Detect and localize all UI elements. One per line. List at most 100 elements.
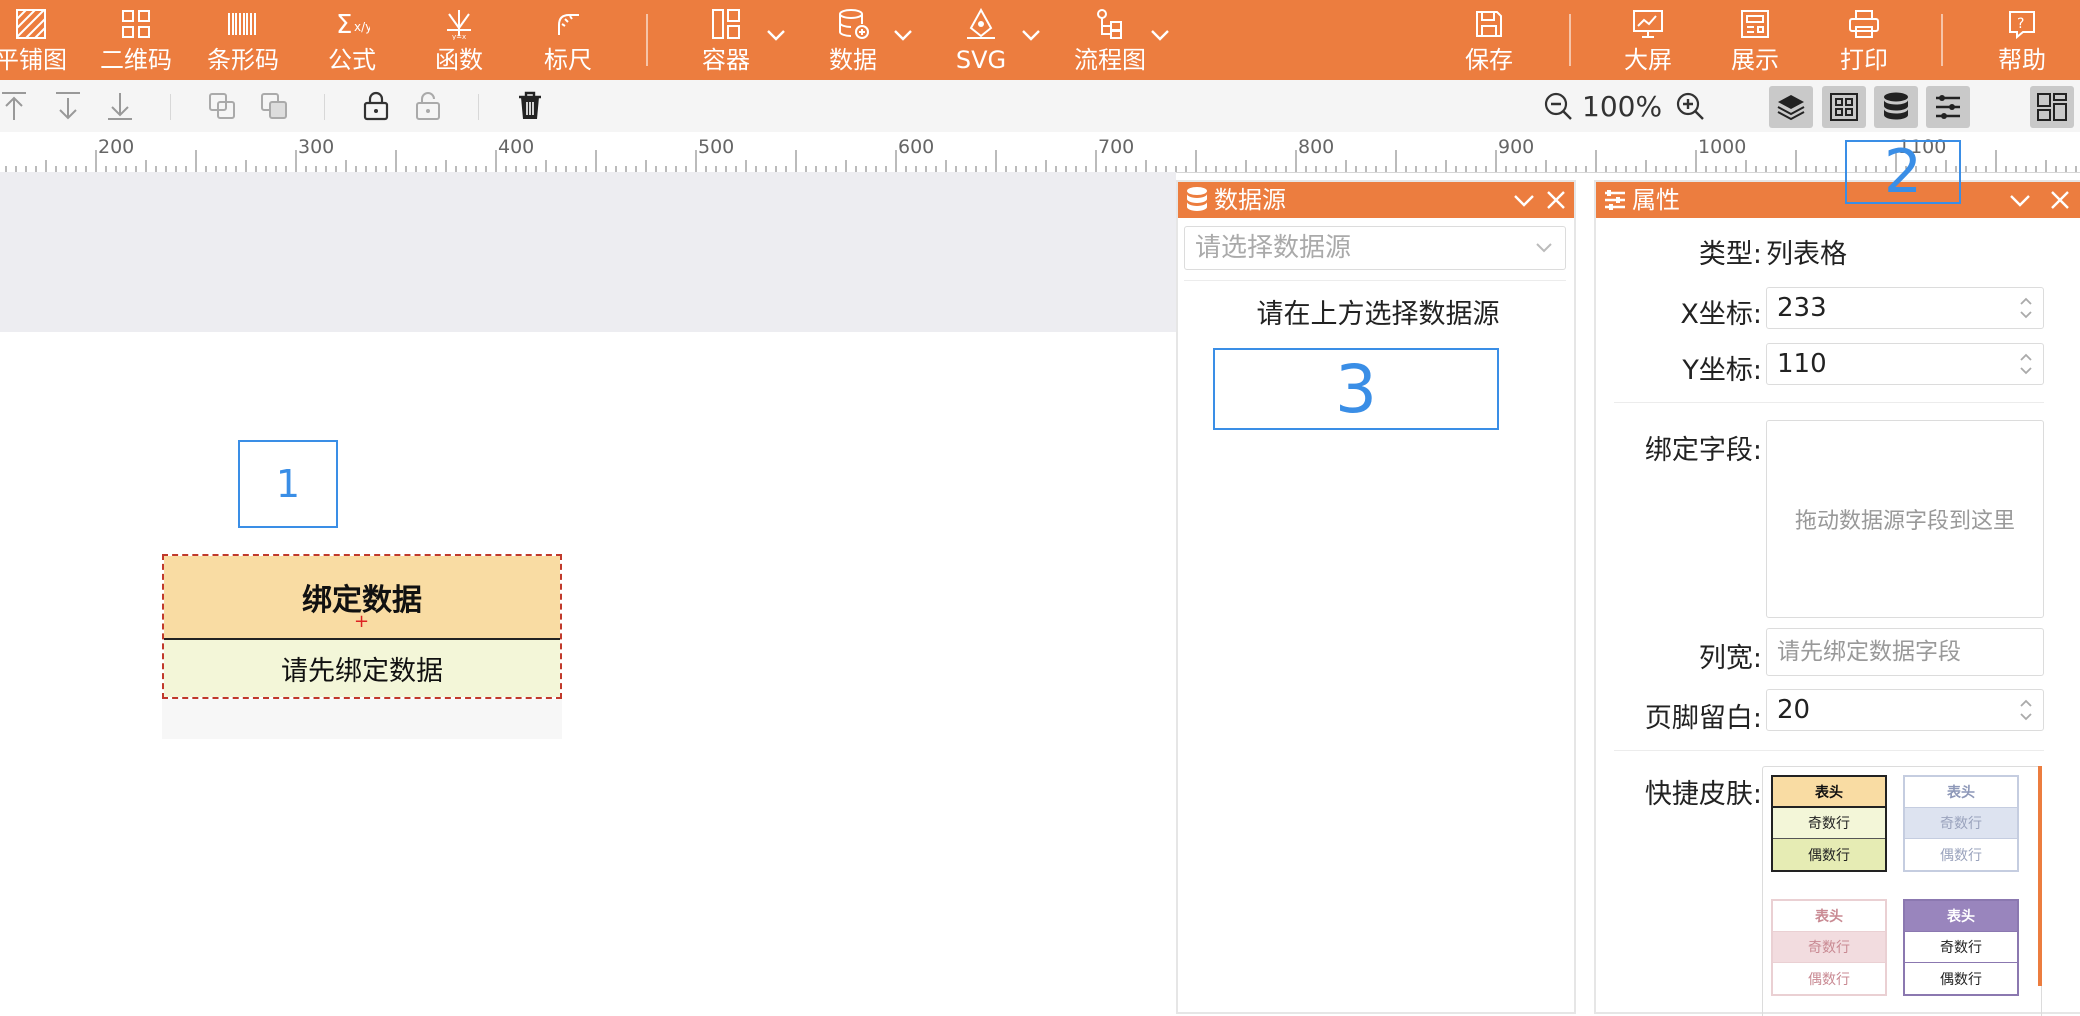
chevron-down-icon <box>1536 243 1552 253</box>
flowchart-label: 流程图 <box>1074 46 1146 74</box>
x-coordinate-input[interactable]: 233 <box>1766 287 2044 329</box>
toolbar-divider <box>324 94 325 120</box>
close-icon[interactable] <box>1542 186 1570 214</box>
resize-handle[interactable]: + <box>354 613 369 631</box>
print-button[interactable]: 打印 <box>1824 0 1904 80</box>
skin-option-blue[interactable]: 表头 奇数行 偶数行 <box>1903 775 2019 872</box>
skin-head: 表头 <box>1905 777 2017 808</box>
field-drop-zone[interactable]: 拖动数据源字段到这里 <box>1766 420 2044 618</box>
skin-option-default[interactable]: 表头 奇数行 偶数行 <box>1771 775 1887 872</box>
datasource-panel: 数据源 请选择数据源 请在上方选择数据源 3 <box>1176 180 1576 1014</box>
grid-icon <box>1830 93 1858 121</box>
ungroup-icon[interactable] <box>256 88 292 124</box>
database-icon <box>1884 92 1908 120</box>
property-panel-header: 属性 <box>1596 182 2080 218</box>
skin-option-purple[interactable]: 表头 奇数行 偶数行 <box>1903 899 2019 996</box>
data-button[interactable]: 数据 <box>813 0 893 80</box>
table-row[interactable]: 请先绑定数据 <box>164 640 560 697</box>
qrcode-button[interactable]: 二维码 <box>96 0 176 80</box>
skin-scrollbar[interactable] <box>2038 766 2042 986</box>
qrcode-label: 二维码 <box>100 46 172 74</box>
layers-icon <box>1777 95 1805 121</box>
datasource-toggle-button[interactable] <box>1874 86 1918 128</box>
container-icon <box>708 6 744 42</box>
function-button[interactable]: y=x 函数 <box>419 0 499 80</box>
stepper-arrows-icon[interactable] <box>2019 696 2033 724</box>
datasource-select[interactable]: 请选择数据源 <box>1184 226 1566 270</box>
printer-icon <box>1846 6 1882 42</box>
chevron-down-icon[interactable] <box>2006 186 2034 214</box>
database-icon <box>1187 187 1207 211</box>
zoom-out-icon[interactable] <box>1540 88 1576 124</box>
quick-skin-label: 快捷皮肤: <box>1644 779 1762 810</box>
bind-field-label: 绑定字段: <box>1644 435 1762 466</box>
y-coordinate-input[interactable]: 110 <box>1766 343 2044 385</box>
move-top-icon[interactable] <box>0 88 32 124</box>
layout-icon <box>2037 93 2067 121</box>
save-button[interactable]: 保存 <box>1449 0 1529 80</box>
trash-icon[interactable] <box>512 88 548 124</box>
database-add-icon <box>835 6 871 42</box>
callout-marker: 3 <box>1213 348 1499 430</box>
formula-button[interactable]: Σx/y 公式 <box>312 0 392 80</box>
footer-margin-value: 20 <box>1777 695 1811 725</box>
flowchart-button[interactable]: 流程图 <box>1068 0 1152 80</box>
chevron-down-icon[interactable] <box>893 28 913 42</box>
column-width-placeholder: 请先绑定数据字段 <box>1777 639 1961 665</box>
toolbar-divider <box>1569 14 1571 66</box>
datasource-select-placeholder: 请选择数据源 <box>1195 233 1352 263</box>
zoom-level: 100% <box>1582 90 1663 123</box>
tile-image-button[interactable]: 平铺图 <box>0 0 67 80</box>
skin-even-row: 偶数行 <box>1905 839 2017 870</box>
pen-nib-icon <box>963 6 999 42</box>
chevron-down-icon[interactable] <box>766 28 786 42</box>
components-button[interactable] <box>1822 86 1866 128</box>
divider <box>1614 750 2044 751</box>
ruler-label: 700 <box>1098 136 1135 158</box>
ruler-button[interactable]: 标尺 <box>528 0 608 80</box>
stepper-arrows-icon[interactable] <box>2019 350 2033 378</box>
svg-button[interactable]: SVG <box>941 0 1021 80</box>
help-button[interactable]: ? 帮助 <box>1982 0 2062 80</box>
lock-icon[interactable] <box>358 88 394 124</box>
svg-text:?: ? <box>2017 16 2024 32</box>
y-coordinate-value: 110 <box>1777 349 1827 379</box>
display-button[interactable]: 展示 <box>1715 0 1795 80</box>
x-coordinate-value: 233 <box>1777 293 1827 323</box>
qrcode-icon <box>118 6 154 42</box>
move-bottom-icon[interactable] <box>102 88 138 124</box>
ruler-label: 400 <box>498 136 535 158</box>
skin-gallery: 表头 奇数行 偶数行 表头 奇数行 偶数行 表头 奇数行 偶数行 表头 奇数行 … <box>1762 766 2042 1016</box>
chevron-down-icon[interactable] <box>1021 28 1041 42</box>
close-icon[interactable] <box>2046 186 2074 214</box>
property-panel-title: 属性 <box>1632 186 1680 214</box>
skin-odd-row: 奇数行 <box>1905 808 2017 839</box>
big-screen-icon <box>1630 6 1666 42</box>
display-label: 展示 <box>1731 46 1779 74</box>
table-widget-footer <box>162 699 562 739</box>
toolbar-divider <box>646 14 648 66</box>
column-width-input[interactable]: 请先绑定数据字段 <box>1766 628 2044 676</box>
zoom-in-icon[interactable] <box>1672 88 1708 124</box>
layout-toggle-button[interactable] <box>2030 86 2074 128</box>
function-icon: y=x <box>441 6 477 42</box>
ruler-label: 800 <box>1298 136 1335 158</box>
save-icon <box>1471 6 1507 42</box>
function-label: 函数 <box>435 46 483 74</box>
chevron-down-icon[interactable] <box>1510 186 1538 214</box>
stepper-arrows-icon[interactable] <box>2019 294 2033 322</box>
container-button[interactable]: 容器 <box>686 0 766 80</box>
big-screen-button[interactable]: 大屏 <box>1608 0 1688 80</box>
barcode-button[interactable]: 条形码 <box>203 0 283 80</box>
skin-option-pink[interactable]: 表头 奇数行 偶数行 <box>1771 899 1887 996</box>
ruler-label: 300 <box>298 136 335 158</box>
layers-button[interactable] <box>1769 86 1813 128</box>
group-icon[interactable] <box>204 88 240 124</box>
chevron-down-icon[interactable] <box>1150 28 1170 42</box>
move-up-down-icon[interactable] <box>50 88 86 124</box>
unlock-icon[interactable] <box>410 88 446 124</box>
svg-text:Σ: Σ <box>336 10 352 39</box>
footer-margin-input[interactable]: 20 <box>1766 689 2044 731</box>
properties-toggle-button[interactable] <box>1926 86 1970 128</box>
canvas-margin-area <box>0 172 1176 332</box>
